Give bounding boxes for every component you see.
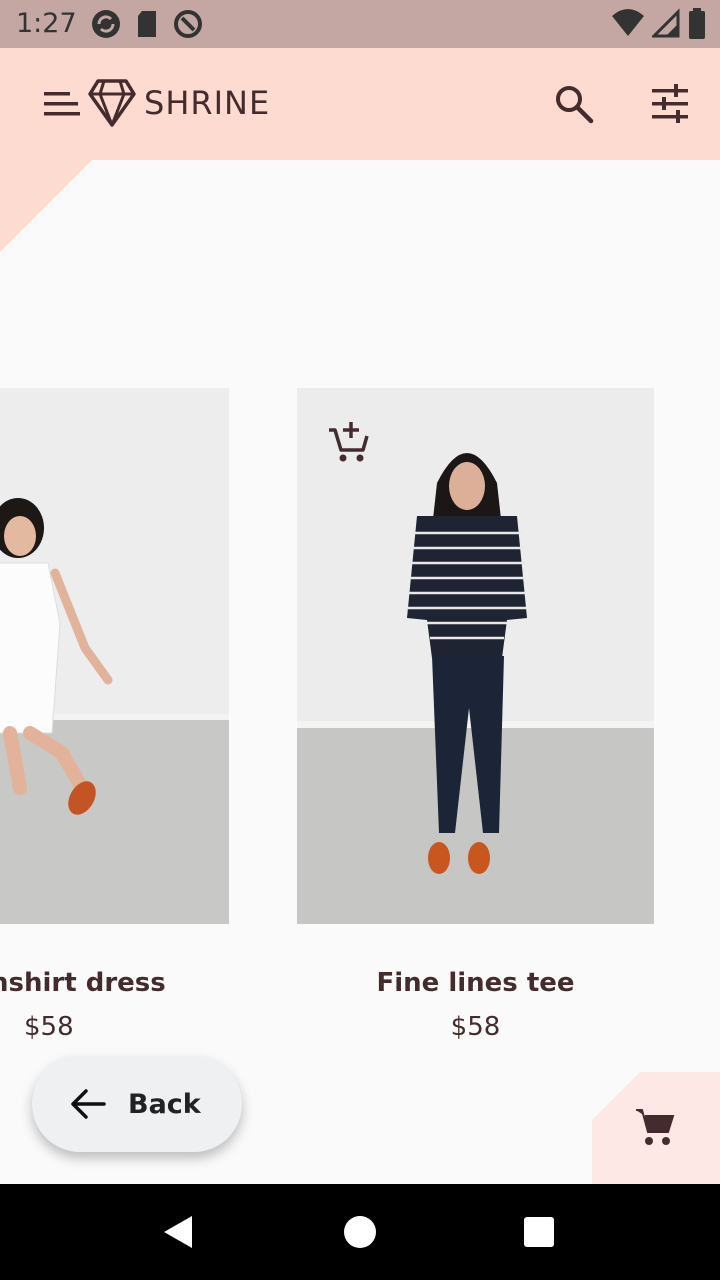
wifi-icon — [612, 9, 644, 36]
battery-icon — [689, 8, 705, 39]
striped-tee-photo — [297, 388, 654, 924]
app-title: SHRINE — [144, 84, 271, 122]
product-card-image[interactable] — [297, 388, 654, 924]
product-price: $58 — [450, 1012, 501, 1042]
status-icons-left — [90, 8, 204, 40]
back-label: Back — [128, 1088, 201, 1120]
nav-back-icon[interactable] — [162, 1214, 194, 1250]
product-name: nshirt dress — [0, 968, 166, 998]
add-to-cart-icon[interactable] — [327, 420, 371, 464]
status-bar: 1:27 — [0, 0, 720, 48]
search-icon[interactable] — [554, 84, 594, 124]
nav-home-icon[interactable] — [344, 1216, 376, 1248]
menu-icon[interactable] — [44, 90, 82, 118]
white-dress-photo — [0, 388, 229, 924]
backdrop-notch — [0, 160, 92, 252]
app-bar: SHRINE — [0, 48, 720, 160]
status-time: 1:27 — [16, 8, 77, 39]
product-name: Fine lines tee — [376, 968, 575, 998]
arrow-back-icon — [71, 1089, 106, 1119]
product-price: $58 — [24, 1012, 74, 1042]
back-button[interactable]: Back — [32, 1056, 242, 1152]
status-icons-right — [612, 8, 706, 40]
cart-icon — [636, 1109, 675, 1145]
nav-recents-icon[interactable] — [524, 1217, 554, 1247]
cart-panel[interactable] — [592, 1072, 720, 1184]
diamond-icon — [88, 79, 136, 127]
sd-card-icon — [138, 11, 156, 37]
signal-icon — [652, 8, 680, 38]
tune-icon[interactable] — [650, 84, 690, 124]
nav-bar — [0, 1184, 720, 1280]
sync-icon — [92, 10, 120, 38]
product-card-image[interactable] — [0, 388, 229, 924]
data-saver-icon — [174, 10, 202, 38]
